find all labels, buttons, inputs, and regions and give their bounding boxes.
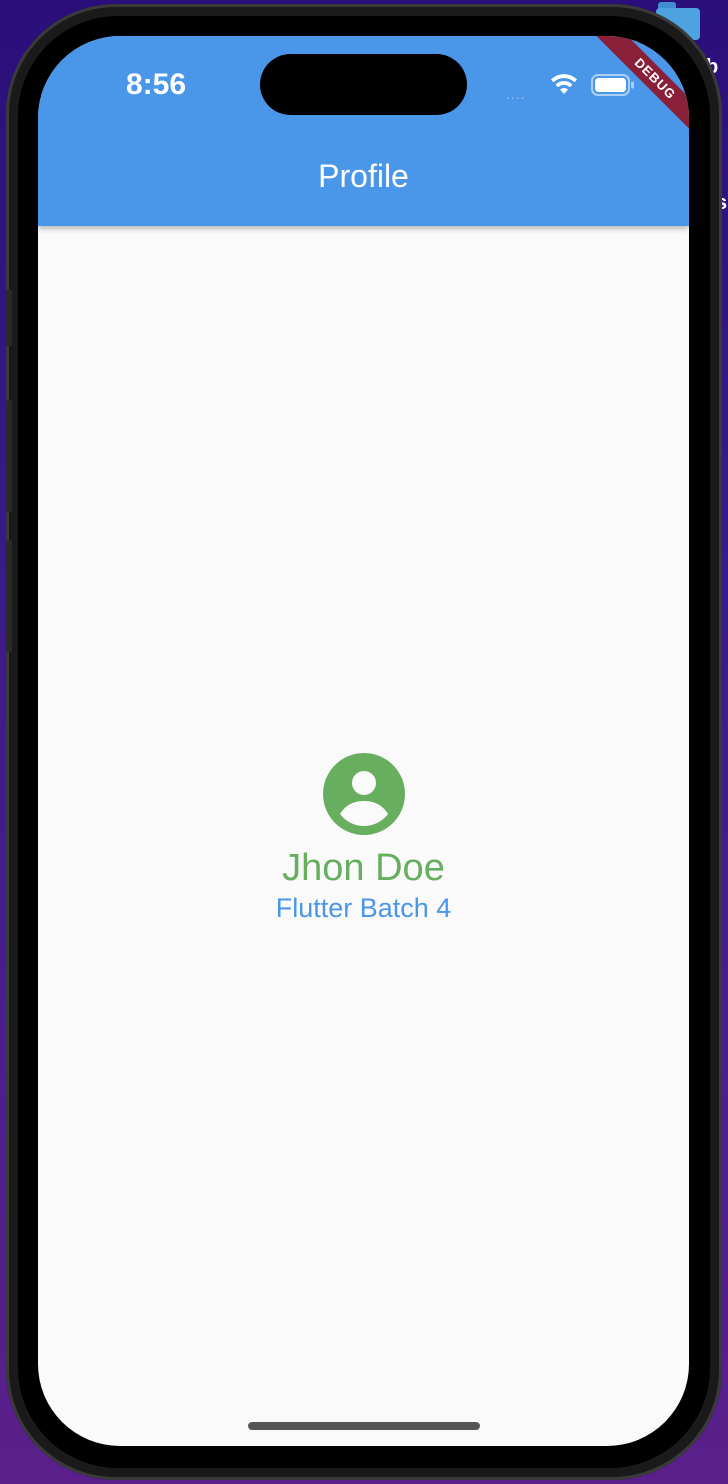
profile-batch: Flutter Batch 4 — [275, 893, 452, 923]
status-time: 8:56 — [126, 68, 187, 101]
mute-switch — [6, 290, 12, 346]
dynamic-island — [260, 54, 467, 115]
profile-card: Jhon Doe Flutter Batch 4 — [38, 752, 689, 924]
battery-icon — [591, 74, 634, 96]
profile-name: Jhon Doe — [282, 847, 445, 889]
volume-up-button — [6, 400, 12, 512]
volume-down-button — [6, 540, 12, 652]
wifi-icon — [551, 74, 577, 94]
app-screen: 8:56 .... Profile DEBUG Jhon Doe Flutter… — [38, 36, 689, 1446]
app-bar: 8:56 .... Profile DEBUG — [38, 36, 689, 226]
cellular-signal-icon: .... — [506, 86, 526, 102]
account-circle-icon — [322, 753, 405, 835]
page-title: Profile — [318, 158, 409, 194]
home-indicator[interactable] — [248, 1422, 480, 1430]
